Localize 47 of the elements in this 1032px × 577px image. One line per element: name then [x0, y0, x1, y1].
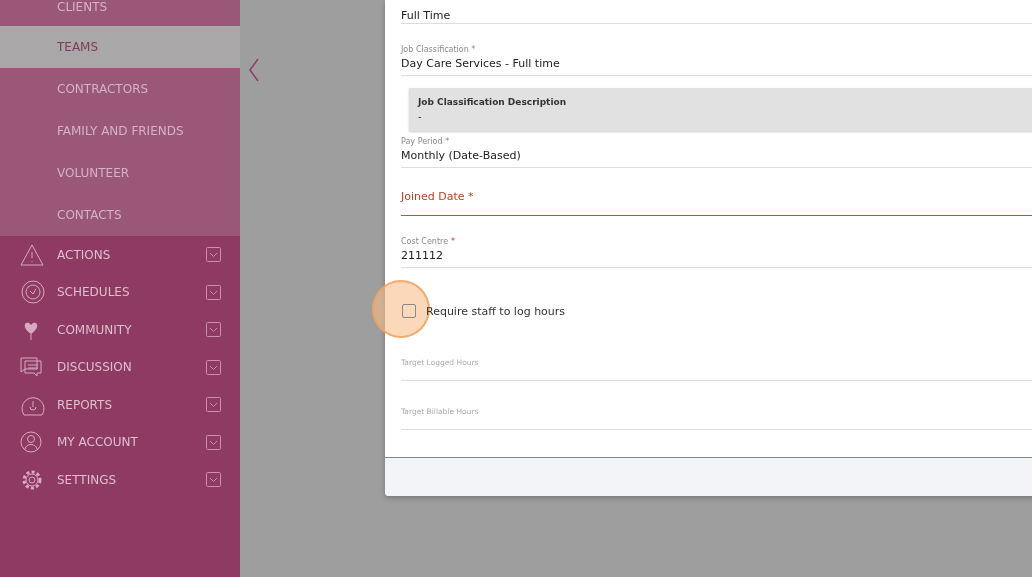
menu-item[interactable]: MY ACCOUNT: [0, 423, 240, 461]
panel-title: Job Classification Description: [418, 97, 568, 107]
form-field[interactable]: Pay Period * Monthly (Date-Based): [401, 137, 1032, 168]
menu-item[interactable]: ACTIONS: [0, 236, 240, 274]
menu-label: MY ACCOUNT: [57, 435, 139, 450]
menu-item[interactable]: DISCUSSION: [0, 348, 240, 386]
expand-icon[interactable]: [206, 247, 221, 263]
field-label: Job Classification *: [401, 45, 476, 54]
expand-icon[interactable]: [206, 322, 221, 338]
expand-icon[interactable]: [206, 359, 221, 375]
submenu-item[interactable]: CLIENTS: [0, 0, 240, 26]
form-field[interactable]: Full Time: [401, 0, 1032, 24]
submenu-item[interactable]: TEAMS: [0, 26, 240, 68]
field-value: Full Time: [401, 9, 452, 22]
submenu-item[interactable]: CONTRACTORS: [0, 68, 240, 110]
expand-icon[interactable]: [206, 472, 221, 488]
menu-label: ACTIONS: [57, 247, 112, 262]
warning-icon: [20, 243, 44, 266]
expand-icon[interactable]: [206, 397, 221, 413]
field-label: Cost Centre: [401, 237, 449, 246]
menu-item[interactable]: SCHEDULES: [0, 273, 240, 311]
field-value: 211112: [401, 249, 444, 262]
field-label: Pay Period *: [401, 137, 450, 146]
expand-icon[interactable]: [206, 284, 221, 300]
field-value: Monthly (Date-Based): [401, 149, 522, 162]
menu-label: SCHEDULES: [57, 285, 131, 300]
menu-label: REPORTS: [57, 397, 113, 412]
date-field[interactable]: Joined Date *: [401, 190, 1032, 216]
panel-value: -: [418, 111, 423, 122]
field-value: Day Care Services - Full time: [401, 57, 561, 70]
menu-item[interactable]: COMMUNITY: [0, 311, 240, 349]
user-icon: [20, 431, 42, 454]
submenu-item[interactable]: FAMILY AND FRIENDS: [0, 110, 240, 152]
checkbox[interactable]: [402, 304, 416, 318]
menu-item[interactable]: REPORTS: [0, 386, 240, 424]
submenu-item[interactable]: VOLUNTEER: [0, 152, 240, 194]
menu-label: COMMUNITY: [57, 322, 133, 337]
submenu-item[interactable]: CONTACTS: [0, 194, 240, 236]
expand-icon[interactable]: [206, 434, 221, 450]
menu-label: DISCUSSION: [57, 360, 133, 375]
menu-label: SETTINGS: [57, 472, 118, 487]
clock-icon: [20, 279, 46, 306]
menu-item[interactable]: SETTINGS: [0, 461, 240, 499]
form-field[interactable]: Job Classification * Day Care Services - Full time: [401, 45, 1032, 76]
required-mark: *: [451, 237, 456, 246]
chat-icon: [20, 357, 42, 378]
form-field[interactable]: Cost Centre * 211112: [401, 237, 1032, 268]
